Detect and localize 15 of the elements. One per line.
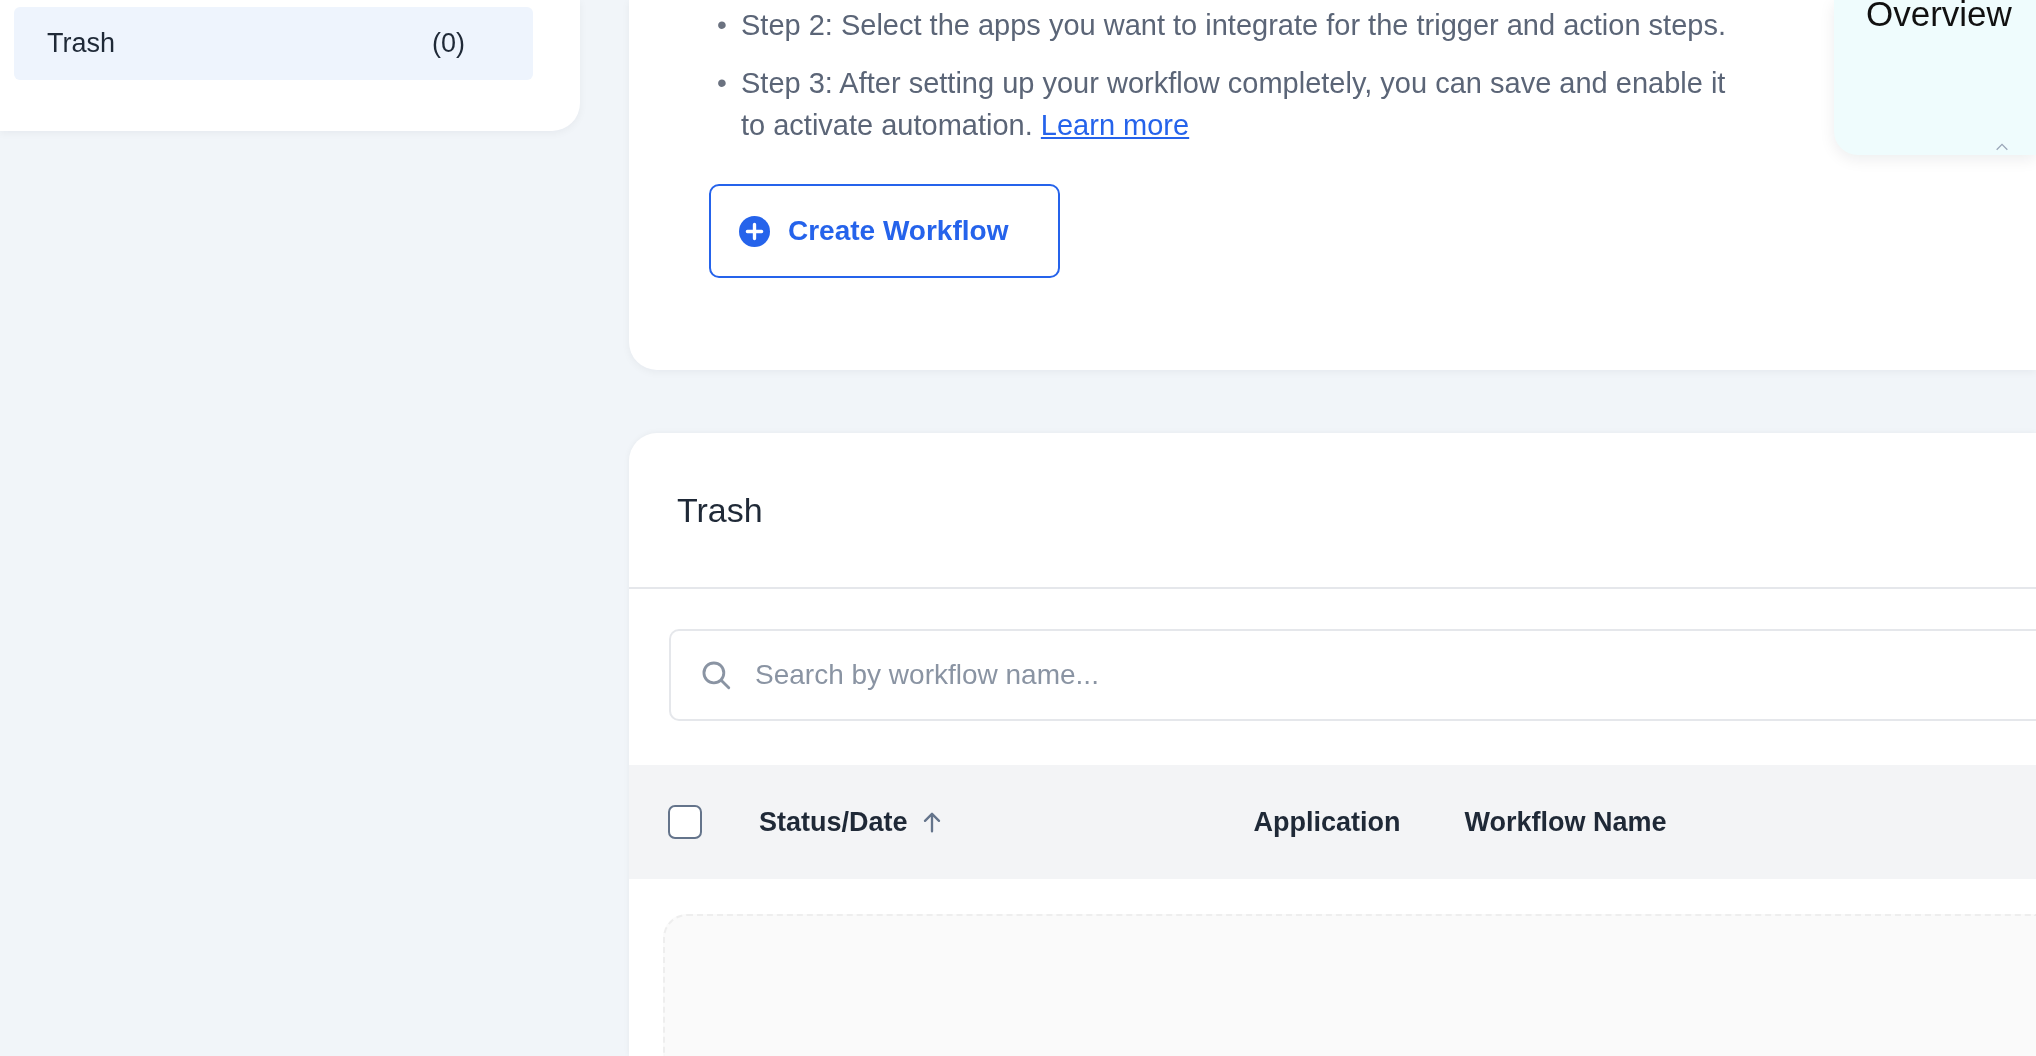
step-text: Step 2: Select the apps you want to integrate for the trigger and action steps. (741, 8, 1727, 43)
panel-title: Trash (677, 490, 763, 530)
plus-circle-icon (739, 215, 770, 247)
bullet: • (717, 66, 728, 100)
overview-title: Overview (1866, 0, 2012, 34)
search-field[interactable]: Search by workflow name... (669, 629, 2036, 721)
create-workflow-button[interactable]: Create Workflow (709, 184, 1060, 278)
column-header[interactable]: Status/Date (759, 806, 908, 838)
step-text: Step 3: After setting up your workflow completely, you can save and enable it to activate automation. Learn more (741, 66, 1727, 143)
select-all-checkbox[interactable] (668, 805, 702, 839)
sidebar-item[interactable]: Trash (0) (14, 7, 533, 80)
column-header[interactable]: Workflow Name (1464, 806, 1667, 838)
bullet: • (717, 8, 728, 42)
learn-more-link[interactable]: Learn more (1040, 109, 1190, 141)
column-header[interactable]: Application (1253, 806, 1401, 838)
